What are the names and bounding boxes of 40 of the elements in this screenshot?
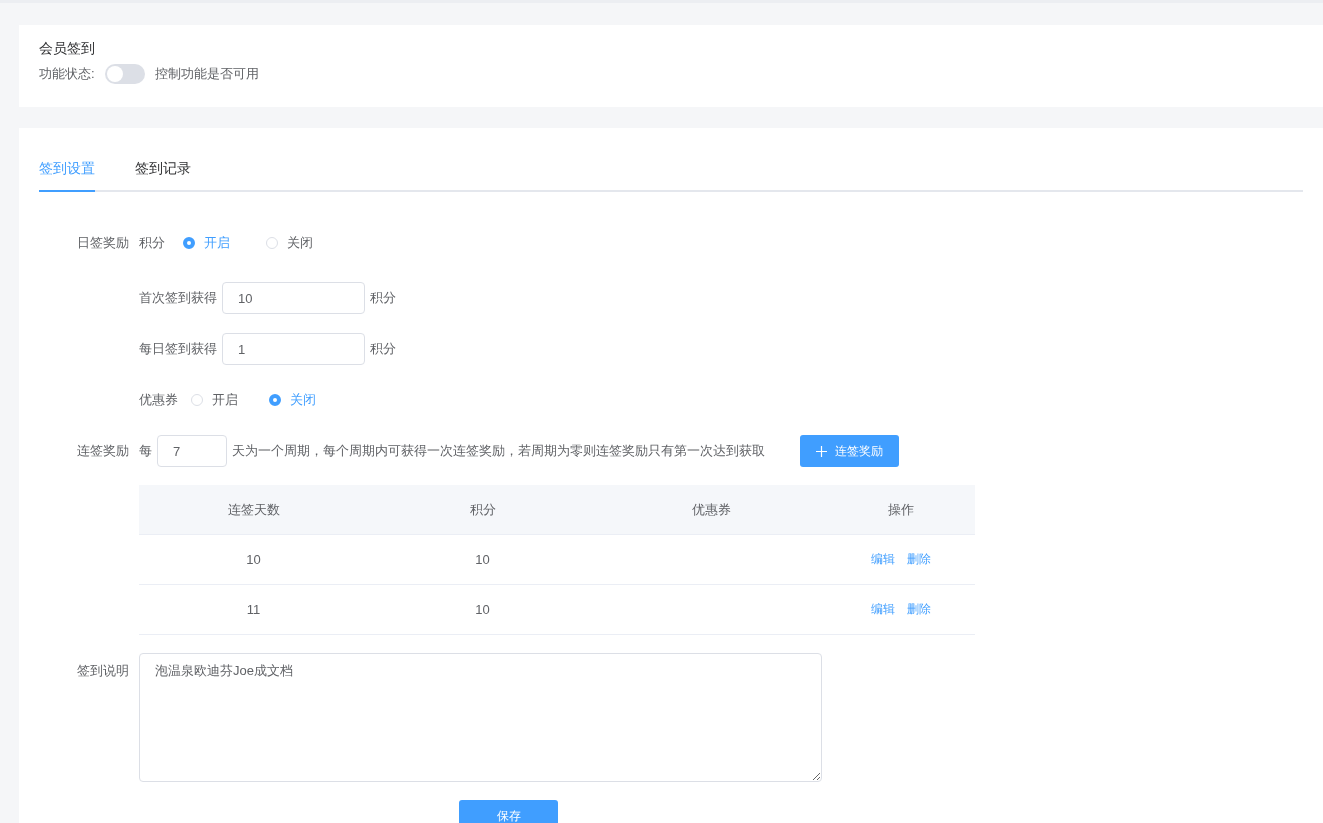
column-header: 优惠券	[691, 500, 732, 519]
unit-label: 积分	[370, 340, 396, 358]
column-header: 积分	[468, 500, 497, 519]
radio-option[interactable]: 关闭	[266, 234, 313, 252]
radio-option[interactable]: 开启	[183, 234, 230, 252]
table-cell-text: 10	[474, 552, 491, 567]
notes-textarea[interactable]: 泡温泉欧迪芬Joe成文档	[139, 653, 822, 782]
form-label: 连签奖励	[76, 442, 129, 460]
input-field[interactable]: 10	[222, 282, 365, 314]
status-toggle[interactable]	[104, 64, 145, 84]
table-cell-text: 11	[245, 602, 262, 617]
plus-icon	[816, 445, 827, 457]
page-title: 会员签到	[39, 40, 96, 58]
save-button[interactable]: 保存	[459, 800, 558, 823]
status-label: 功能状态:	[39, 65, 95, 83]
points-label: 积分	[139, 234, 165, 252]
add-streak-button[interactable]: 连签奖励	[800, 435, 899, 467]
table-cell-text: 10	[474, 602, 491, 617]
tab[interactable]: 签到记录	[135, 158, 191, 192]
action-link[interactable]: 编辑	[870, 551, 895, 568]
table-cell-text: 10	[245, 552, 262, 567]
field-label: 每日签到获得	[139, 340, 217, 358]
prefix-label: 每	[139, 442, 152, 460]
action-link[interactable]: 删除	[906, 551, 931, 568]
cycle-description: 天为一个周期，每个周期内可获得一次连签奖励，若周期为零则连签奖励只有第一次达到获取	[232, 442, 765, 460]
radio-option[interactable]: 关闭	[269, 391, 316, 409]
toggle-hint: 控制功能是否可用	[154, 65, 259, 83]
coupon-label: 优惠券	[139, 391, 178, 409]
radio-option[interactable]: 开启	[191, 391, 238, 409]
form-label: 日签奖励	[76, 234, 129, 252]
input-field[interactable]: 1	[222, 333, 365, 365]
form-label: 签到说明	[76, 662, 129, 680]
action-link[interactable]: 删除	[906, 601, 931, 618]
tab[interactable]: 签到设置	[39, 158, 95, 192]
column-header: 连签天数	[226, 500, 281, 519]
column-header: 操作	[886, 500, 915, 519]
field-label: 首次签到获得	[139, 289, 217, 307]
cycle-input[interactable]: 7	[157, 435, 227, 467]
unit-label: 积分	[370, 289, 396, 307]
action-link[interactable]: 编辑	[870, 601, 895, 618]
